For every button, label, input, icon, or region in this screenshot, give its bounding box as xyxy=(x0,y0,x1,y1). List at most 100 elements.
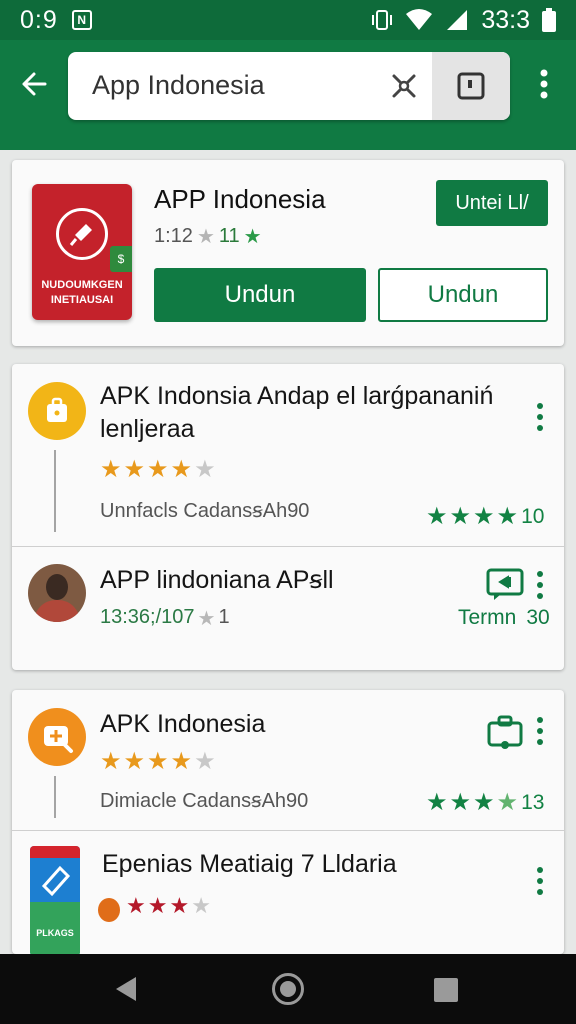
home-icon xyxy=(280,981,296,997)
results-card-2: APK Indonesia ★ ★ ★ ★ ★ Dimiacle Cadansꞩ… xyxy=(12,690,564,954)
message-icon xyxy=(486,568,524,600)
status-time: 0:9 xyxy=(20,5,58,34)
featured-app-icon[interactable]: $ NUDOUMKGEN INETIAUSAI xyxy=(32,184,132,320)
star-icon: ★ xyxy=(169,893,190,918)
clear-search-button[interactable] xyxy=(384,66,424,106)
star-icon: ★ xyxy=(147,748,169,775)
divider xyxy=(12,830,564,831)
more-vert-icon xyxy=(540,69,548,99)
cast-button[interactable] xyxy=(486,568,526,602)
arrow-back-icon xyxy=(22,72,47,96)
triangle-back-icon xyxy=(116,977,136,1001)
search-input[interactable]: App Indonesia xyxy=(92,70,265,101)
dot-icon xyxy=(537,425,543,431)
dot-icon xyxy=(537,728,543,734)
star-icon: ★ xyxy=(473,503,495,530)
navigation-bar xyxy=(0,954,576,1024)
signal-icon xyxy=(447,10,468,30)
dot-icon xyxy=(537,867,543,873)
more-options-button[interactable] xyxy=(528,568,552,602)
briefcase-button[interactable] xyxy=(486,714,526,750)
dot-icon xyxy=(537,593,543,599)
notification-icon: N xyxy=(71,10,92,30)
dot-icon xyxy=(537,403,543,409)
featured-icon-label: NUDOUMKGEN INETIAUSAI xyxy=(41,279,123,306)
star-icon: ★ xyxy=(449,503,472,530)
install-button[interactable]: Undun xyxy=(154,268,366,322)
featured-app-meta: 1:12 ★ 11 ★ xyxy=(154,224,262,249)
featured-app-version: 1:12 xyxy=(154,225,193,247)
vibrate-icon xyxy=(372,10,393,30)
green-rating: ★ ★ ★ ★ 10 xyxy=(426,502,544,531)
avatar[interactable] xyxy=(28,564,86,622)
dot-icon xyxy=(537,889,543,895)
app-bar: App Indonesia xyxy=(0,40,576,150)
star-icon: ★ xyxy=(473,789,495,816)
list-item-subtitle: Unnfacls CadansꞩAh90 xyxy=(100,500,310,522)
star-icon: ★ xyxy=(426,789,448,816)
star-icon: ★ xyxy=(123,748,146,775)
star-icon: ★ xyxy=(100,456,122,483)
results-card-1: APK Indonsia Andap el larǵpananiń lenlje… xyxy=(12,364,564,670)
secondary-install-button[interactable]: Undun xyxy=(378,268,548,322)
timeline-line xyxy=(54,450,56,532)
list-item-title[interactable]: APP lindoniana APꞩll xyxy=(100,564,334,597)
more-options-button[interactable] xyxy=(528,64,560,104)
divider xyxy=(12,546,564,547)
list-item-subtitle: Dimiacle CadansꞩAh90 xyxy=(100,790,309,812)
star-icon: ★ xyxy=(147,456,169,483)
rating-stars: ★ ★ ★ ★ xyxy=(126,894,211,918)
battery-icon xyxy=(542,8,556,32)
list-item-icon[interactable] xyxy=(28,708,86,766)
star-icon: ★ xyxy=(123,456,146,483)
nav-back-button[interactable] xyxy=(114,976,138,1007)
list-item-title[interactable]: APK Indonsia Andap el larǵpananiń lenlje… xyxy=(100,380,512,446)
dot-icon xyxy=(537,739,543,745)
tab-icon xyxy=(457,72,485,100)
nav-recents-button[interactable] xyxy=(434,978,458,1002)
dot-icon xyxy=(537,582,543,588)
star-icon: ★ xyxy=(426,503,448,530)
more-options-button[interactable] xyxy=(528,714,552,748)
list-item-title[interactable]: APK Indonesia xyxy=(100,708,265,741)
list-item-title[interactable]: Epenias Meatiaig 7 Lldaria xyxy=(102,848,397,881)
close-icon xyxy=(392,74,416,98)
right-label: Termn 30 xyxy=(458,606,550,629)
star-icon: ★ xyxy=(196,226,215,248)
more-options-button[interactable] xyxy=(528,864,552,898)
list-item-icon[interactable] xyxy=(28,382,86,440)
dot-icon xyxy=(537,878,543,884)
star-icon: ★ xyxy=(170,456,193,483)
tag-icon xyxy=(41,865,71,897)
wifi-icon xyxy=(406,9,433,30)
star-icon: ★ xyxy=(496,789,519,816)
clock: 33:3 xyxy=(481,5,530,34)
dot-icon xyxy=(537,414,543,420)
star-icon: ★ xyxy=(100,748,122,775)
search-box[interactable]: App Indonesia xyxy=(68,52,510,120)
star-icon: ★ xyxy=(197,608,216,630)
small-action-button[interactable]: Untei Ll/ xyxy=(436,180,548,226)
dot-icon xyxy=(537,571,543,577)
microphone-icon xyxy=(56,208,108,260)
tab-switcher-button[interactable] xyxy=(432,52,510,120)
featured-app-rating: 11 xyxy=(218,225,240,247)
rating-stars: ★ ★ ★ ★ ★ xyxy=(100,750,216,774)
back-button[interactable] xyxy=(14,64,54,104)
status-icons: 33:3 xyxy=(371,6,556,35)
star-icon: ★ xyxy=(194,748,216,775)
briefcase-icon xyxy=(47,397,67,422)
timeline-line xyxy=(54,776,56,818)
featured-app-title[interactable]: APP Indonesia xyxy=(154,184,326,215)
app-icon-label: PLKAGS xyxy=(36,928,74,938)
star-icon: ★ xyxy=(243,226,262,248)
nav-home-button[interactable] xyxy=(272,973,304,1005)
list-item-icon[interactable]: PLKAGS xyxy=(30,846,80,954)
star-icon: ★ xyxy=(147,893,168,918)
more-options-button[interactable] xyxy=(528,400,552,434)
star-icon: ★ xyxy=(496,503,519,530)
rating-count: 10 xyxy=(521,504,545,528)
star-icon: ★ xyxy=(449,789,472,816)
green-rating: ★ ★ ★ ★ 13 xyxy=(426,788,544,817)
featured-app-card[interactable]: $ NUDOUMKGEN INETIAUSAI APP Indonesia 1:… xyxy=(12,160,564,346)
